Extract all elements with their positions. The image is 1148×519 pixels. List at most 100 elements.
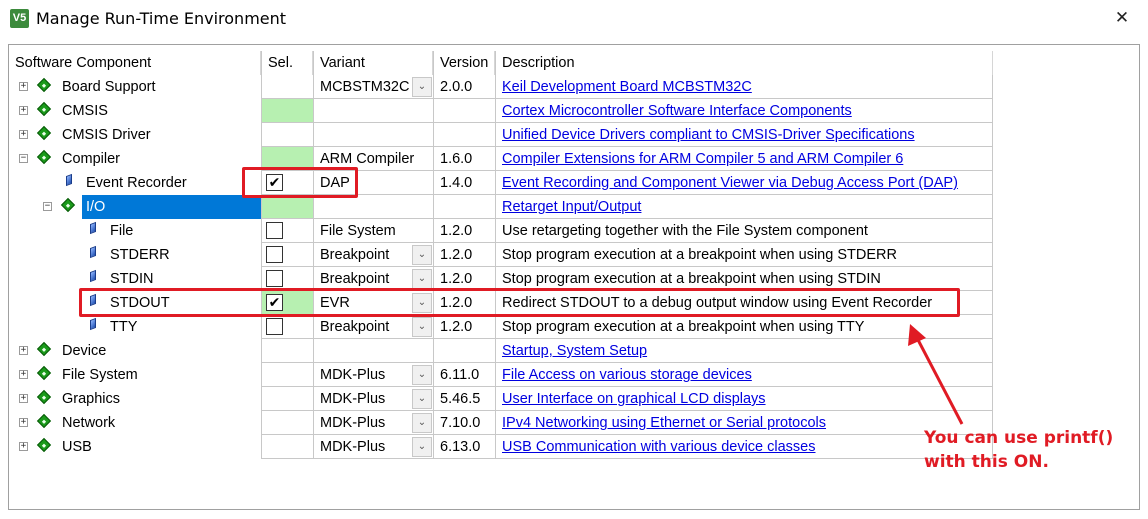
description-link[interactable]: Cortex Microcontroller Software Interfac… [502,99,852,122]
variant-cell: MDK-Plus ⌄ [313,363,433,387]
component-gem-icon [66,173,72,187]
component-label: STDIN [110,271,154,287]
sel-cell [261,267,313,291]
description-link[interactable]: Retarget Input/Output [502,195,641,218]
description-link[interactable]: Startup, System Setup [502,339,647,362]
variant-dropdown[interactable]: ⌄ [412,389,432,409]
description-cell: Redirect STDOUT to a debug output window… [495,291,993,315]
description-link[interactable]: IPv4 Networking using Ethernet or Serial… [502,411,826,434]
description-cell: Event Recording and Component Viewer via… [495,171,993,195]
component-bundle-icon [36,389,52,405]
description-link[interactable]: User Interface on graphical LCD displays [502,387,766,410]
description-link[interactable]: Compiler Extensions for ARM Compiler 5 a… [502,147,903,170]
description-link[interactable]: Event Recording and Component Viewer via… [502,171,958,194]
component-label: USB [62,439,92,455]
select-checkbox[interactable]: ✔ [266,174,283,191]
version-value: 1.2.0 [440,223,473,239]
component-label: I/O [82,195,261,219]
variant-dropdown[interactable]: ⌄ [412,245,432,265]
expand-icon[interactable]: + [19,370,28,379]
description-link[interactable]: Keil Development Board MCBSTM32C [502,75,752,98]
description-cell: Stop program execution at a breakpoint w… [495,243,993,267]
variant-value: DAP [320,175,350,191]
header-description[interactable]: Description [495,51,993,75]
component-label: Event Recorder [86,175,187,191]
description-link[interactable]: USB Communication with various device cl… [502,435,816,458]
component-label: STDERR [110,247,170,263]
variant-value: File System [320,223,396,239]
component-label: TTY [110,319,138,335]
component-bundle-icon [36,437,52,453]
version-value: 1.2.0 [440,247,473,263]
sel-cell [261,99,313,123]
variant-dropdown[interactable]: ⌄ [412,413,432,433]
variant-cell [313,195,433,219]
variant-cell [313,339,433,363]
variant-dropdown[interactable]: ⌄ [412,317,432,337]
app-icon: V5 [10,9,29,28]
collapse-icon[interactable]: − [19,154,28,163]
variant-dropdown[interactable]: ⌄ [412,269,432,289]
select-checkbox[interactable] [266,318,283,335]
expand-icon[interactable]: + [19,418,28,427]
annotation-line-2: with this ON. [924,452,1049,472]
variant-value: Breakpoint [320,271,390,287]
component-label: Graphics [62,391,121,407]
variant-value: MDK-Plus [320,439,386,455]
version-cell: 1.4.0 [433,171,495,195]
window-title: Manage Run-Time Environment [36,9,287,28]
description-cell: Unified Device Drivers compliant to CMSI… [495,123,993,147]
expand-icon[interactable]: + [19,130,28,139]
variant-cell: MCBSTM32C ⌄ [313,75,433,99]
version-cell [433,195,495,219]
header-sel[interactable]: Sel. [261,51,313,75]
collapse-icon[interactable]: − [43,202,52,211]
component-gem-icon [90,269,96,283]
header-version[interactable]: Version [433,51,495,75]
close-button[interactable]: ✕ [1112,8,1132,28]
variant-cell: Breakpoint ⌄ [313,315,433,339]
version-value: 6.13.0 [440,439,481,455]
description-link[interactable]: File Access on various storage devices [502,363,752,386]
select-checkbox[interactable] [266,270,283,287]
sel-cell [261,243,313,267]
component-gem-icon [90,317,96,331]
version-cell: 7.10.0 [433,411,495,435]
header-component[interactable]: Software Component [9,51,261,75]
expand-icon[interactable]: + [19,82,28,91]
expand-icon[interactable]: + [19,394,28,403]
header-variant[interactable]: Variant [313,51,433,75]
component-bundle-icon [36,413,52,429]
description-cell: Compiler Extensions for ARM Compiler 5 a… [495,147,993,171]
variant-dropdown[interactable]: ⌄ [412,437,432,457]
variant-cell: MDK-Plus ⌄ [313,435,433,459]
version-value: 1.2.0 [440,295,473,311]
component-label: CMSIS [62,103,108,119]
description-cell: USB Communication with various device cl… [495,435,993,459]
component-gem-icon [90,221,96,235]
version-cell: 1.2.0 [433,243,495,267]
version-value: 2.0.0 [440,79,473,95]
version-cell: 6.11.0 [433,363,495,387]
variant-cell: Breakpoint ⌄ [313,267,433,291]
component-bundle-icon [36,77,52,93]
expand-icon[interactable]: + [19,106,28,115]
select-checkbox[interactable] [266,246,283,263]
select-checkbox[interactable]: ✔ [266,294,283,311]
expand-icon[interactable]: + [19,442,28,451]
variant-cell: ARM Compiler [313,147,433,171]
component-gem-icon [90,245,96,259]
select-checkbox[interactable] [266,222,283,239]
variant-dropdown[interactable]: ⌄ [412,77,432,97]
description-cell: Stop program execution at a breakpoint w… [495,267,993,291]
component-label: Device [62,343,107,359]
expand-icon[interactable]: + [19,346,28,355]
annotation-note: You can use printf() with this ON. [924,426,1113,474]
variant-value: Breakpoint [320,247,390,263]
description-link[interactable]: Unified Device Drivers compliant to CMSI… [502,123,915,146]
variant-dropdown[interactable]: ⌄ [412,293,432,313]
component-label: Board Support [62,79,156,95]
version-value: 5.46.5 [440,391,481,407]
sel-cell [261,195,313,219]
variant-dropdown[interactable]: ⌄ [412,365,432,385]
